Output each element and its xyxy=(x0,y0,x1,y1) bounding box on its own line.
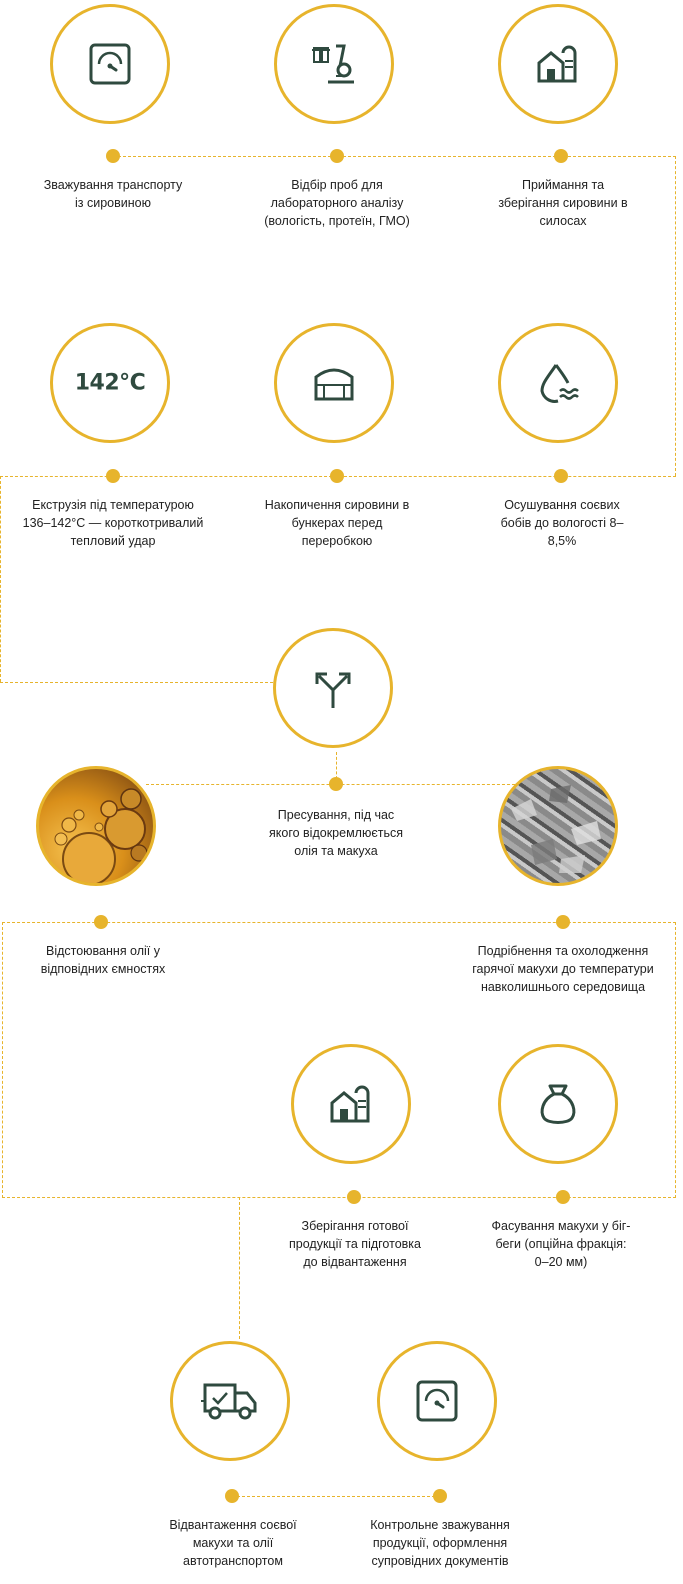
step-marker xyxy=(330,469,344,483)
connector xyxy=(675,922,676,1198)
step-circle xyxy=(291,1044,411,1164)
connector xyxy=(0,682,273,683)
connector xyxy=(675,156,676,476)
step-marker xyxy=(106,149,120,163)
step-label: Контрольне зважування продукції, оформле… xyxy=(370,1518,510,1568)
step-marker xyxy=(106,469,120,483)
connector xyxy=(113,156,676,157)
step-marker xyxy=(330,149,344,163)
step-label: Екструзія під температурою 136–142°С — к… xyxy=(22,498,204,548)
step-label: Відстоювання олії у відповідних ємностях xyxy=(40,944,166,976)
oil-bubbles-photo xyxy=(36,766,156,886)
connector xyxy=(232,1496,440,1497)
step-circle xyxy=(50,4,170,124)
step-marker xyxy=(225,1489,239,1503)
scale-icon xyxy=(416,1380,458,1422)
connector xyxy=(239,1197,240,1339)
step-label: Накопичення сировини в бункерах перед пе… xyxy=(264,498,410,548)
bag-icon xyxy=(540,1084,576,1124)
crushed-cake-photo xyxy=(498,766,618,886)
moisture-icon xyxy=(540,364,579,403)
connector xyxy=(0,476,1,682)
connector xyxy=(2,922,3,1198)
silo-icon xyxy=(537,45,577,83)
step-circle xyxy=(498,1044,618,1164)
step-marker xyxy=(329,777,343,791)
step-label: Відвантаження соєвої макухи та олії авто… xyxy=(169,1518,297,1568)
step-marker xyxy=(556,915,570,929)
scale-icon xyxy=(89,43,131,85)
step-circle: 142°С xyxy=(50,323,170,443)
microscope-icon xyxy=(312,44,354,84)
silo-icon xyxy=(330,1085,370,1123)
step-label: Осушування соєвих бобів до вологості 8–8… xyxy=(500,498,624,548)
step-marker xyxy=(433,1489,447,1503)
truck-icon xyxy=(201,1383,257,1420)
step-label: Зважування транспорту із сировиною xyxy=(43,178,183,210)
step-circle xyxy=(498,4,618,124)
step-marker xyxy=(94,915,108,929)
step-label: Приймання та зберігання сировини в силос… xyxy=(498,178,628,228)
step-marker xyxy=(554,149,568,163)
bunker-icon xyxy=(314,368,354,401)
split-arrow-icon xyxy=(315,672,351,708)
step-marker xyxy=(554,469,568,483)
temperature-value: 142°С xyxy=(74,370,146,396)
step-circle xyxy=(377,1341,497,1461)
connector xyxy=(2,1197,676,1198)
step-circle xyxy=(170,1341,290,1461)
step-marker xyxy=(556,1190,570,1204)
step-circle xyxy=(274,323,394,443)
step-label: Зберігання готової продукції та підготов… xyxy=(289,1219,421,1269)
step-label: Подрібнення та охолодження гарячої макух… xyxy=(472,944,654,994)
step-circle xyxy=(498,323,618,443)
step-label: Відбір проб для лабораторного аналізу (в… xyxy=(264,178,410,228)
step-marker xyxy=(347,1190,361,1204)
step-circle xyxy=(273,628,393,748)
step-label: Фасування макухи у біг-беги (опційна фра… xyxy=(491,1219,631,1269)
step-label: Пресування, під час якого відокремлюєтьс… xyxy=(269,808,403,858)
step-circle xyxy=(274,4,394,124)
